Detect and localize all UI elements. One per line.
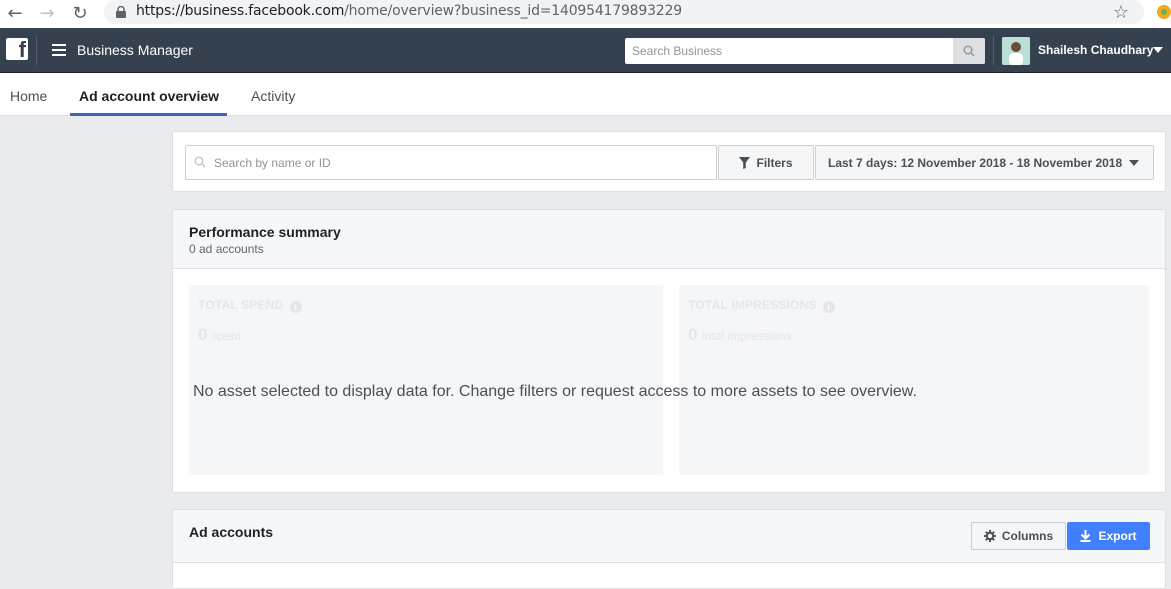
metric-value: 0 spent	[198, 325, 241, 344]
performance-summary-title: Performance summary	[189, 224, 341, 240]
ad-accounts-panel: Ad accounts Columns Export	[172, 509, 1166, 589]
user-name[interactable]: Shailesh Chaudhary	[1038, 43, 1153, 57]
caret-down-icon[interactable]	[1153, 47, 1163, 53]
columns-button[interactable]: Columns	[971, 522, 1066, 550]
search-business-input[interactable]	[625, 38, 953, 64]
search-business-box	[625, 38, 985, 64]
back-arrow-icon[interactable]: ←	[4, 2, 26, 24]
browser-toolbar: ← → ↻ https://business.facebook.com/home…	[0, 0, 1171, 28]
topbar-divider	[993, 36, 994, 65]
url-text: https://business.facebook.com/home/overv…	[136, 3, 682, 19]
filter-funnel-icon	[739, 156, 751, 169]
gear-icon	[983, 530, 996, 542]
info-icon[interactable]: i	[822, 301, 835, 313]
metric-value: 0 total impressions	[688, 325, 792, 344]
app-title[interactable]: Business Manager	[77, 42, 193, 58]
search-icon	[194, 156, 206, 168]
lock-icon	[116, 6, 126, 18]
download-icon	[1080, 530, 1091, 542]
bookmark-star-icon[interactable]: ☆	[1110, 1, 1132, 23]
total-spend-metric: TOTAL SPEND i 0 spent	[189, 285, 663, 475]
account-search-input[interactable]	[212, 146, 712, 179]
search-icon	[963, 45, 975, 57]
caret-down-icon	[1129, 160, 1139, 166]
tab-ad-account-overview[interactable]: Ad account overview	[79, 88, 219, 104]
search-business-button[interactable]	[953, 38, 985, 64]
date-range-label: Last 7 days: 12 November 2018 - 18 Novem…	[828, 156, 1123, 170]
tab-bar: Home Ad account overview Activity	[0, 73, 1171, 116]
empty-state-message: No asset selected to display data for. C…	[193, 383, 917, 400]
ad-accounts-title: Ad accounts	[189, 524, 274, 540]
menu-icon[interactable]	[52, 44, 66, 56]
active-tab-indicator	[70, 113, 227, 116]
ad-account-count: 0 ad accounts	[189, 242, 264, 256]
info-icon[interactable]: i	[289, 301, 302, 313]
total-impressions-metric: TOTAL IMPRESSIONS i 0 total impressions	[679, 285, 1149, 475]
filter-panel: Filters Last 7 days: 12 November 2018 - …	[172, 131, 1166, 192]
performance-summary-body: TOTAL SPEND i 0 spent TOTAL IMPRESSIONS i 0…	[189, 285, 1149, 475]
ad-accounts-header: Ad accounts Columns Export	[173, 510, 1165, 563]
account-search-box	[185, 145, 717, 180]
columns-button-label: Columns	[1001, 529, 1054, 543]
business-manager-topbar: f Business Manager Shailesh Chaudhary	[0, 28, 1171, 73]
extension-icon[interactable]	[1155, 3, 1171, 21]
date-range-selector[interactable]: Last 7 days: 12 November 2018 - 18 Novem…	[815, 145, 1154, 180]
performance-summary-header: Performance summary 0 ad accounts	[173, 210, 1165, 269]
metric-label: TOTAL IMPRESSIONS i	[688, 298, 835, 313]
forward-arrow-icon[interactable]: →	[36, 2, 58, 24]
export-button-label: Export	[1098, 529, 1137, 543]
facebook-logo-icon[interactable]: f	[6, 37, 28, 62]
topbar-divider	[36, 36, 37, 65]
tab-activity[interactable]: Activity	[251, 88, 295, 104]
metric-label: TOTAL SPEND i	[198, 298, 302, 313]
performance-summary-panel: Performance summary 0 ad accounts TOTAL …	[172, 209, 1166, 493]
export-button[interactable]: Export	[1067, 522, 1150, 550]
avatar[interactable]	[1002, 37, 1030, 65]
tab-home[interactable]: Home	[10, 88, 47, 104]
reload-icon[interactable]: ↻	[69, 2, 91, 24]
address-bar[interactable]: https://business.facebook.com/home/overv…	[104, 0, 1144, 24]
filters-button[interactable]: Filters	[718, 145, 814, 180]
filters-button-label: Filters	[756, 155, 793, 170]
